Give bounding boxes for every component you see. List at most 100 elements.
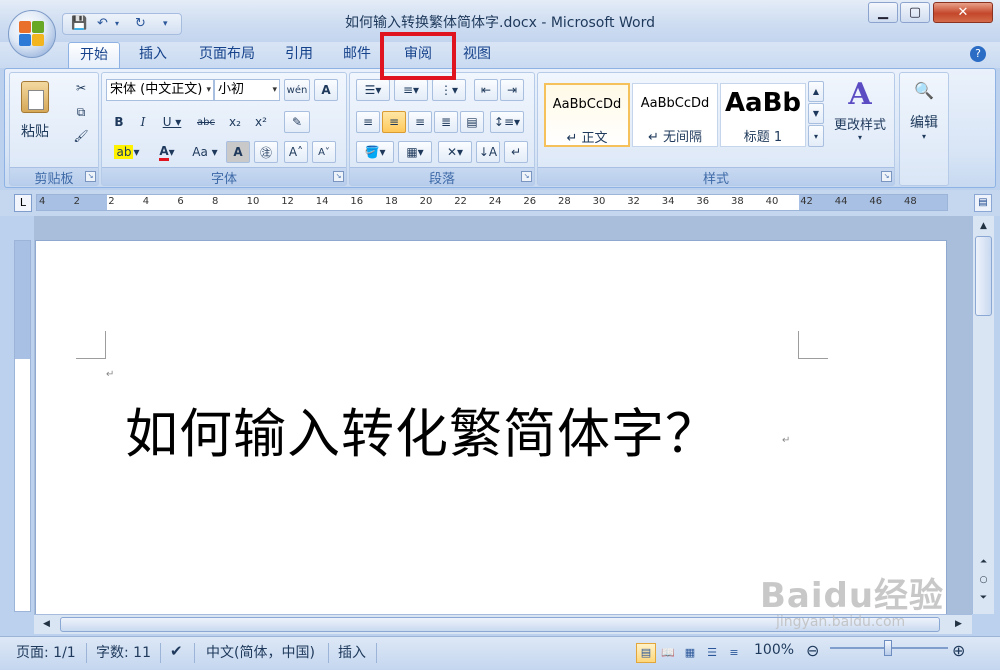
page-count[interactable]: 页面: 1/1 bbox=[16, 642, 76, 662]
superscript-icon[interactable]: x² bbox=[250, 111, 272, 133]
draft-view-icon[interactable]: ≡ bbox=[724, 643, 744, 663]
full-screen-reading-icon[interactable]: 📖 bbox=[658, 643, 678, 663]
scroll-left-icon[interactable]: ◀ bbox=[38, 616, 55, 633]
ruler-tick-label: 6 bbox=[177, 196, 184, 207]
bullets-icon[interactable]: ☰▾ bbox=[356, 79, 390, 101]
styles-launcher-icon[interactable]: ↘ bbox=[881, 171, 892, 182]
minimize-button[interactable]: ▁ bbox=[868, 2, 898, 23]
ruler-tick-label: 14 bbox=[315, 196, 329, 207]
change-styles-button[interactable]: A 更改样式 ▾ bbox=[828, 77, 892, 157]
multilevel-list-icon[interactable]: ⋮▾ bbox=[432, 79, 466, 101]
ruler-row: L 4 2 2 4 6 8 10 12 14 16 18 20 22 24 26 28 30 32 34 36 38 40… bbox=[0, 190, 1000, 216]
align-center-icon[interactable]: ≡ bbox=[382, 111, 406, 133]
zoom-in-icon[interactable]: ⊕ bbox=[952, 641, 965, 660]
sort-icon[interactable]: ↓A bbox=[476, 141, 500, 163]
format-painter-icon[interactable]: 🖌 bbox=[70, 125, 92, 147]
styles-scroll-up-icon[interactable]: ▲ bbox=[808, 81, 824, 102]
horizontal-ruler[interactable]: 4 2 2 4 6 8 10 12 14 16 18 20 22 24 26 28 30 32 34 36 38 40 42… bbox=[36, 194, 948, 211]
view-ruler-icon[interactable]: ▤ bbox=[974, 194, 992, 212]
align-right-icon[interactable]: ≡ bbox=[408, 111, 432, 133]
numbering-icon[interactable]: ≡▾ bbox=[394, 79, 428, 101]
highlight-color-icon[interactable]: ab ▾ bbox=[108, 141, 146, 163]
grow-font-icon[interactable]: A˄ bbox=[284, 141, 308, 163]
tab-mailings[interactable]: 邮件 bbox=[332, 42, 382, 68]
chevron-down-icon: ▾ bbox=[272, 85, 277, 95]
tab-page-layout[interactable]: 页面布局 bbox=[188, 42, 266, 68]
borders-icon[interactable]: ▦▾ bbox=[398, 141, 432, 163]
undo-dropdown-icon[interactable]: ▾ bbox=[115, 16, 119, 32]
shading-icon[interactable]: 🪣▾ bbox=[356, 141, 394, 163]
styles-more-icon[interactable]: ▾ bbox=[808, 125, 824, 147]
clipboard-launcher-icon[interactable]: ↘ bbox=[85, 171, 96, 182]
paragraph-launcher-icon[interactable]: ↘ bbox=[521, 171, 532, 182]
paste-button[interactable]: 粘贴 bbox=[14, 79, 56, 153]
maximize-button[interactable]: ▢ bbox=[900, 2, 930, 23]
subscript-icon[interactable]: x₂ bbox=[224, 111, 246, 133]
line-spacing-icon[interactable]: ↕≡▾ bbox=[490, 111, 524, 133]
italic-icon[interactable]: I bbox=[132, 111, 154, 133]
proofing-icon[interactable]: ✔ bbox=[170, 642, 183, 660]
close-button[interactable]: ✕ bbox=[933, 2, 993, 23]
style-heading-1[interactable]: AaBb 标题 1 bbox=[720, 83, 806, 147]
help-icon[interactable]: ? bbox=[970, 46, 986, 62]
web-layout-icon[interactable]: ▦ bbox=[680, 643, 700, 663]
style-normal[interactable]: AaBbCcDd ↵ 正文 bbox=[544, 83, 630, 147]
phonetic-guide-icon[interactable]: wén bbox=[284, 79, 310, 101]
scroll-up-icon[interactable]: ▲ bbox=[975, 218, 992, 235]
justify-icon[interactable]: ≣ bbox=[434, 111, 458, 133]
character-border-icon[interactable]: A bbox=[314, 79, 338, 101]
show-marks-icon[interactable]: ↵ bbox=[504, 141, 528, 163]
align-left-icon[interactable]: ≡ bbox=[356, 111, 380, 133]
change-case-icon[interactable]: Aa ▾ bbox=[188, 141, 222, 163]
ruler-tick-label: 4 bbox=[39, 196, 46, 207]
status-bar: 页面: 1/1 字数: 11 ✔ 中文(简体，中国) 插入 ▤ 📖 ▦ ☰ ≡ … bbox=[0, 636, 1000, 670]
styles-scroll-down-icon[interactable]: ▼ bbox=[808, 103, 824, 124]
decrease-indent-icon[interactable]: ⇤ bbox=[474, 79, 498, 101]
font-name-combo[interactable]: 宋体 (中文正文) ▾ bbox=[106, 79, 214, 101]
quick-access-toolbar: 💾 ↶ ▾ ↻ ▾ bbox=[62, 13, 182, 35]
document-heading[interactable]: 如何输入转化繁简体字？ bbox=[125, 392, 719, 468]
font-size-combo[interactable]: 小初 ▾ bbox=[214, 79, 280, 101]
chinese-layout-icon[interactable]: ✕▾ bbox=[438, 141, 472, 163]
distributed-icon[interactable]: ▤ bbox=[460, 111, 484, 133]
word-count[interactable]: 字数: 11 bbox=[96, 642, 151, 662]
strikethrough-icon[interactable]: abc bbox=[192, 111, 220, 133]
office-button[interactable] bbox=[8, 10, 56, 58]
underline-icon[interactable]: U ▾ bbox=[158, 111, 186, 133]
ruler-tick-label: 12 bbox=[281, 196, 294, 207]
font-launcher-icon[interactable]: ↘ bbox=[333, 171, 344, 182]
character-shading-icon[interactable]: A bbox=[226, 141, 250, 163]
font-group: 宋体 (中文正文) ▾ 小初 ▾ wén A B I U ▾ abc x₂ x²… bbox=[101, 72, 347, 187]
vertical-scroll-thumb[interactable] bbox=[975, 236, 992, 316]
zoom-out-icon[interactable]: ⊖ bbox=[806, 641, 819, 660]
tab-home[interactable]: 开始 bbox=[68, 42, 120, 68]
shrink-font-icon[interactable]: A˅ bbox=[312, 141, 336, 163]
cut-icon[interactable]: ✂ bbox=[70, 77, 92, 99]
zoom-slider-thumb[interactable] bbox=[884, 640, 892, 656]
tab-insert[interactable]: 插入 bbox=[128, 42, 178, 68]
enclose-characters-icon[interactable]: ㊟ bbox=[254, 141, 278, 163]
increase-indent-icon[interactable]: ⇥ bbox=[500, 79, 524, 101]
editing-button[interactable]: 🔍 编辑 ▾ bbox=[902, 77, 946, 157]
font-color-icon[interactable]: A ▾ bbox=[150, 141, 184, 163]
ruler-tick-label: 20 bbox=[419, 196, 433, 207]
vertical-ruler[interactable] bbox=[14, 240, 31, 612]
outline-view-icon[interactable]: ☰ bbox=[702, 643, 722, 663]
copy-icon[interactable]: ⧉ bbox=[70, 101, 92, 123]
language-status[interactable]: 中文(简体，中国) bbox=[206, 642, 315, 662]
tab-view[interactable]: 视图 bbox=[452, 42, 502, 68]
print-layout-view-icon[interactable]: ▤ bbox=[636, 643, 656, 663]
insert-mode-status[interactable]: 插入 bbox=[338, 642, 366, 662]
bold-icon[interactable]: B bbox=[108, 111, 130, 133]
undo-icon[interactable]: ↶ bbox=[97, 16, 108, 32]
redo-icon[interactable]: ↻ bbox=[135, 16, 146, 32]
save-icon[interactable]: 💾 bbox=[71, 16, 87, 32]
style-no-spacing[interactable]: AaBbCcDd ↵ 无间隔 bbox=[632, 83, 718, 147]
paragraph-mark: ↵ bbox=[782, 435, 791, 446]
tab-selector[interactable]: L bbox=[14, 194, 32, 212]
customize-toolbar-icon[interactable]: ▾ bbox=[163, 16, 168, 32]
ruler-tick-label: 4 bbox=[142, 196, 150, 207]
clear-formatting-icon[interactable]: ✎ bbox=[284, 111, 310, 133]
zoom-level[interactable]: 100% bbox=[754, 642, 794, 658]
tab-references[interactable]: 引用 bbox=[274, 42, 324, 68]
